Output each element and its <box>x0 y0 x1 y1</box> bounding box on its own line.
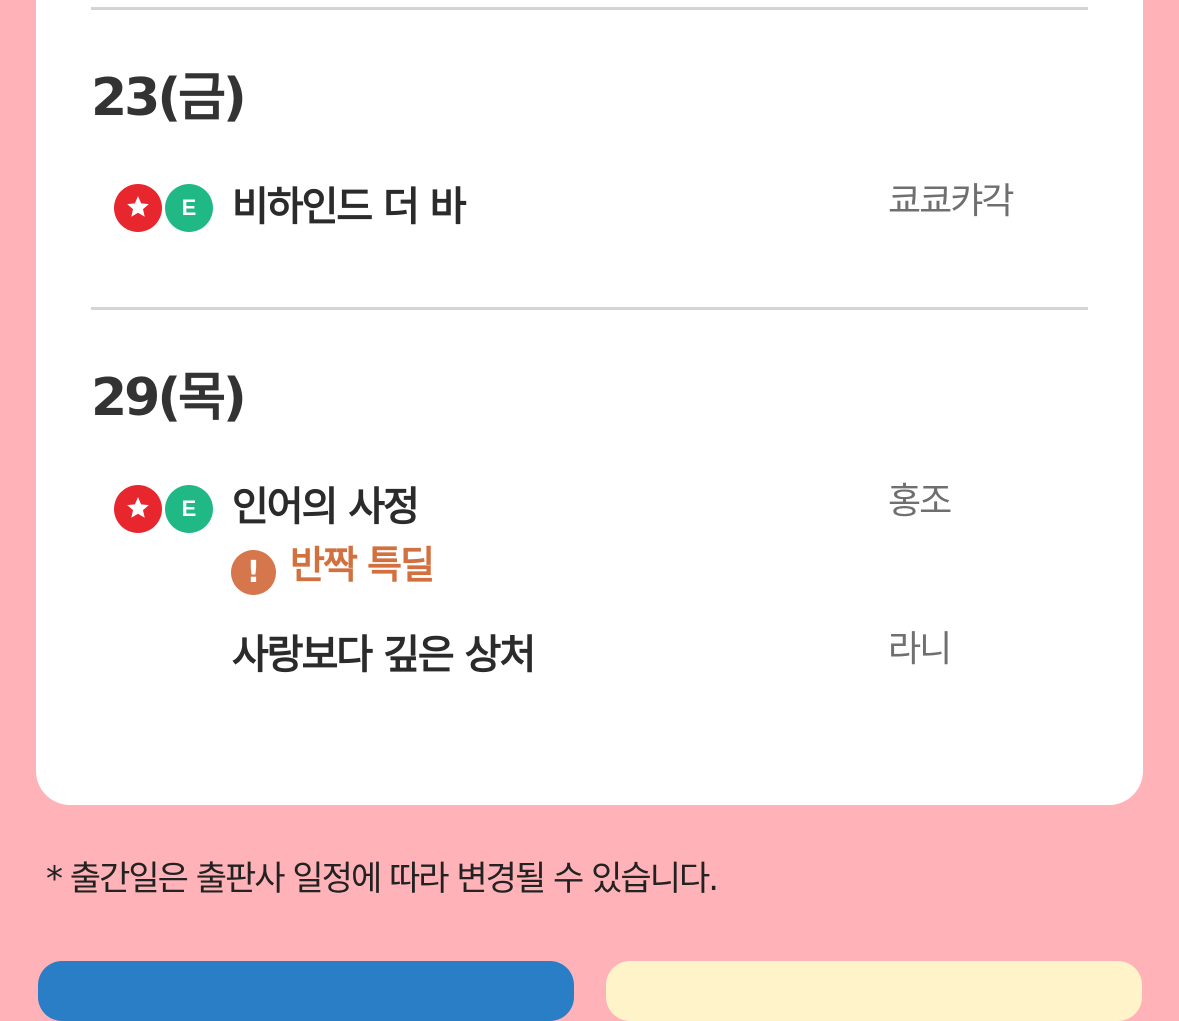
release-date-notice: * 출간일은 출판사 일정에 따라 변경될 수 있습니다. <box>46 859 719 899</box>
star-icon <box>114 184 162 232</box>
book-author: 홍조 <box>888 481 952 522</box>
e-icon: E <box>165 184 213 232</box>
date-heading-23: 23(금) <box>91 68 247 128</box>
book-author: 라니 <box>888 629 952 670</box>
book-title-behind-the-bar[interactable]: 비하인드 더 바 <box>232 187 467 227</box>
book-title-deeper-wound[interactable]: 사랑보다 깊은 상처 <box>232 635 536 675</box>
divider <box>91 307 1088 310</box>
promo-label: 반짝 특딜 <box>290 543 435 587</box>
e-icon: E <box>165 485 213 533</box>
star-icon <box>114 485 162 533</box>
blue-button[interactable] <box>38 961 574 1021</box>
alert-icon: ! <box>231 550 276 595</box>
book-author: 쿄쿄캬각 <box>888 181 1014 222</box>
yellow-button[interactable] <box>606 961 1142 1021</box>
date-heading-29: 29(목) <box>91 368 247 428</box>
divider <box>91 7 1088 10</box>
book-title-mermaid[interactable]: 인어의 사정 <box>232 487 420 527</box>
